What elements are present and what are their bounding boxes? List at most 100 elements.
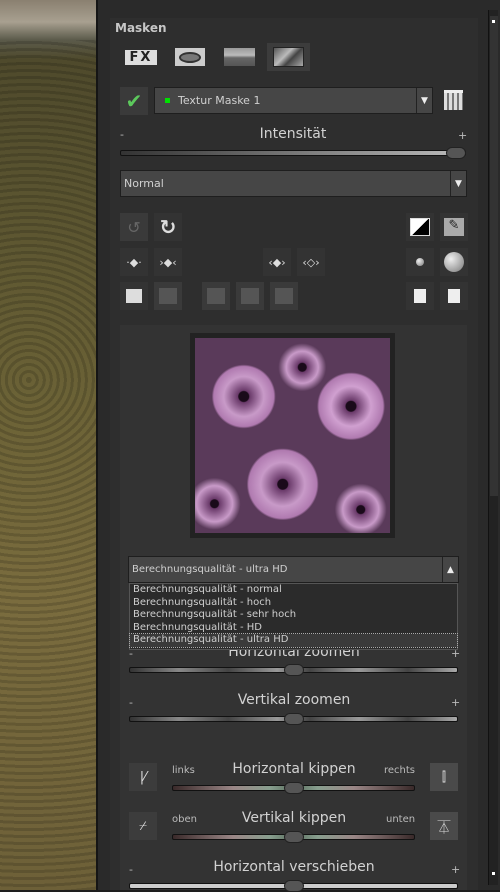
flip-horizontal-right-button[interactable]: ⫿	[430, 763, 458, 791]
save-mask-button[interactable]	[440, 282, 468, 310]
scrollbar[interactable]	[488, 10, 498, 885]
landscape-icon	[223, 48, 255, 66]
v-zoom-handle[interactable]	[284, 713, 304, 725]
quality-value: Berechnungsqualität - ultra HD	[132, 564, 288, 575]
intensity-plus: +	[458, 129, 468, 142]
quality-select[interactable]: Berechnungsqualität - ultra HD ▲	[128, 556, 459, 583]
h-shift-minus: -	[129, 863, 133, 876]
h-flip-label: Horizontal kippen	[232, 761, 356, 777]
quality-option[interactable]: Berechnungsqualität - sehr hoch	[130, 609, 457, 622]
quality-option[interactable]: Berechnungsqualität - hoch	[130, 597, 457, 610]
v-flip-handle[interactable]	[284, 831, 304, 843]
h-flip-left-label: links	[172, 765, 195, 776]
mask-op-icon	[159, 288, 177, 304]
checkmark-icon: ✔	[125, 89, 143, 113]
mask-add-button[interactable]	[202, 282, 230, 310]
texture-preview[interactable]	[190, 333, 395, 538]
h-flip-handle[interactable]	[284, 782, 304, 794]
chevron-up-icon[interactable]: ▲	[442, 557, 458, 582]
panel-title: Masken	[115, 21, 167, 35]
flip-right-icon: ⫿	[441, 769, 447, 785]
v-zoom-label: Vertikal zoomen	[237, 692, 351, 708]
chevron-down-icon[interactable]: ▼	[416, 88, 432, 113]
texture-image	[195, 338, 390, 533]
flip-vertical-top-button[interactable]: ⌿	[129, 812, 157, 840]
quality-option-selected[interactable]: Berechnungsqualität - ultra HD	[129, 633, 458, 648]
background-photo	[0, 0, 96, 890]
small-sphere-icon	[416, 258, 424, 266]
redo-icon: ↻	[159, 215, 177, 239]
blend-mode-value: Normal	[124, 177, 164, 190]
mask-subtract-button[interactable]	[236, 282, 264, 310]
soft-edge-small-button[interactable]	[406, 248, 434, 276]
expand-icon: ‹◆›	[268, 255, 286, 269]
v-flip-label: Vertikal kippen	[241, 810, 347, 826]
mask-intersect-icon	[275, 288, 293, 304]
texture-icon	[273, 47, 304, 67]
mask-op-button-1[interactable]	[154, 282, 182, 310]
shrink-more-button[interactable]: ›◆‹	[154, 248, 182, 276]
scroll-down[interactable]	[492, 872, 495, 875]
flip-horizontal-left-button[interactable]: |⁄	[129, 763, 157, 791]
redo-button[interactable]: ↻	[154, 213, 182, 241]
export-mask-button[interactable]	[120, 282, 148, 310]
flip-bottom-icon: ⏄	[437, 820, 451, 836]
expand-mask-button[interactable]: ‹◆›	[263, 248, 291, 276]
expand-more-icon: ‹◇›	[302, 255, 320, 269]
h-shift-plus: +	[451, 863, 461, 876]
flip-left-icon: |⁄	[139, 769, 147, 785]
mask-select[interactable]: Textur Maske 1 ▼	[154, 87, 433, 114]
blend-mode-select[interactable]: Normal ▼	[120, 170, 467, 197]
brush-button[interactable]: ✎	[440, 213, 468, 241]
v-zoom-minus: -	[129, 696, 133, 709]
intensity-minus: -	[120, 128, 124, 141]
undo-icon: ↺	[127, 217, 141, 237]
quality-option[interactable]: Berechnungsqualität - HD	[130, 622, 457, 635]
trash-icon	[443, 90, 463, 110]
v-flip-right-label: unten	[386, 814, 416, 825]
h-shift-label: Horizontal verschieben	[213, 859, 375, 875]
export-icon	[126, 289, 142, 303]
tab-texture[interactable]	[267, 43, 310, 71]
flip-vertical-bottom-button[interactable]: ⏄	[430, 812, 458, 840]
filter-icon	[175, 48, 205, 66]
mask-intersect-button[interactable]	[270, 282, 298, 310]
scroll-up[interactable]	[492, 20, 495, 23]
h-flip-right-label: rechts	[384, 765, 416, 776]
save-icon	[446, 287, 462, 305]
shrink-mask-button[interactable]: ·◆·	[120, 248, 148, 276]
h-shift-handle[interactable]	[284, 880, 304, 892]
scrollbar-thumb[interactable]	[490, 16, 498, 496]
expand-more-button[interactable]: ‹◇›	[297, 248, 325, 276]
shrink-more-icon: ›◆‹	[159, 255, 177, 269]
h-zoom-handle[interactable]	[284, 664, 304, 676]
undo-button[interactable]: ↺	[120, 213, 148, 241]
mask-subtract-icon	[241, 288, 259, 304]
quality-dropdown-list: Berechnungsqualität - normal Berechnungs…	[129, 583, 458, 650]
chevron-down-icon[interactable]: ▼	[450, 171, 466, 196]
load-mask-button[interactable]	[406, 282, 434, 310]
tab-fx[interactable]: FX	[122, 43, 160, 71]
large-sphere-icon	[444, 252, 464, 272]
mask-enable-toggle[interactable]: ✔	[120, 87, 148, 115]
tab-filter[interactable]	[171, 43, 209, 71]
mask-color-indicator	[165, 98, 170, 103]
quality-option[interactable]: Berechnungsqualität - normal	[130, 584, 457, 597]
v-zoom-plus: +	[451, 696, 461, 709]
fx-icon: FX	[124, 49, 158, 65]
intensity-slider-handle[interactable]	[446, 147, 466, 159]
load-icon	[412, 287, 428, 305]
delete-mask-button[interactable]	[441, 88, 465, 112]
mask-add-icon	[207, 288, 225, 304]
brush-icon: ✎	[444, 218, 464, 236]
invert-icon	[410, 218, 430, 236]
invert-mask-button[interactable]	[406, 213, 434, 241]
intensity-slider[interactable]	[120, 150, 466, 156]
flip-top-icon: ⌿	[139, 818, 147, 834]
intensity-label: Intensität	[259, 126, 327, 142]
mask-select-value: Textur Maske 1	[178, 94, 261, 107]
shrink-icon: ·◆·	[126, 255, 142, 269]
v-flip-left-label: oben	[172, 814, 197, 825]
soft-edge-large-button[interactable]	[440, 248, 468, 276]
tab-landscape[interactable]	[220, 43, 258, 71]
